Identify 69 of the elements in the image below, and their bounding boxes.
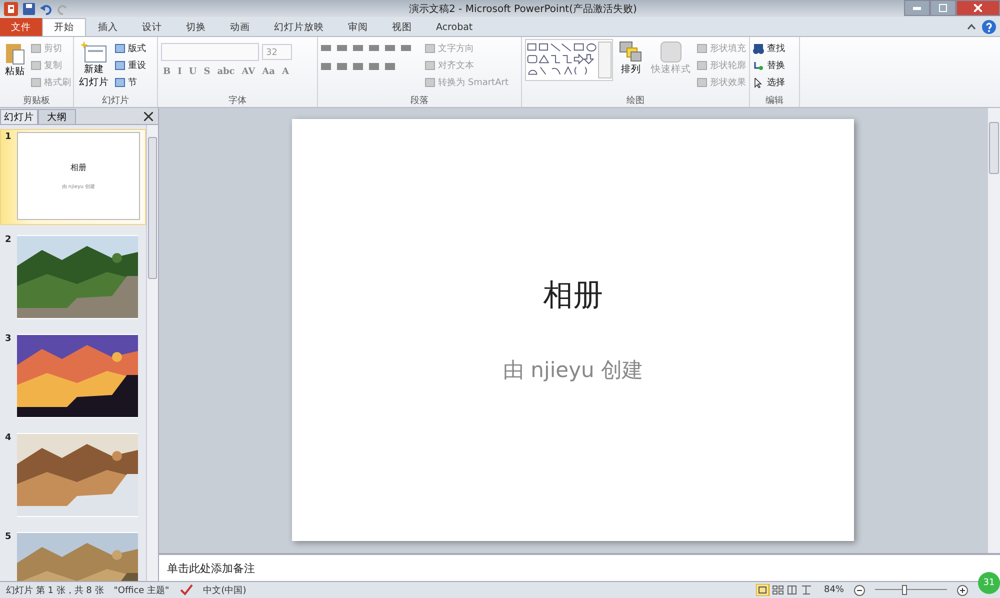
- group-title: 字体: [228, 94, 248, 107]
- slide-subtitle: 由 njieyu 创建: [503, 357, 643, 384]
- close-icon: [974, 4, 982, 12]
- group-title: 段落: [410, 94, 430, 107]
- ribbon-tab[interactable]: Acrobat: [424, 18, 485, 36]
- slide[interactable]: 相册 由 njieyu 创建: [292, 119, 854, 541]
- scrollbar[interactable]: [987, 108, 1000, 553]
- ribbon-tab[interactable]: 插入: [86, 18, 130, 36]
- ribbon-tab[interactable]: 设计: [130, 18, 174, 36]
- help-icon[interactable]: [982, 20, 996, 34]
- slide-number: 4: [5, 433, 12, 445]
- ribbon-tab[interactable]: 视图: [380, 18, 424, 36]
- restore-icon: [939, 4, 947, 12]
- editing-button[interactable]: 替换: [753, 58, 785, 73]
- arrange-icon: [619, 41, 643, 63]
- close-button[interactable]: [956, 0, 1000, 16]
- group-title: 绘图: [626, 94, 646, 107]
- pointer-icon: [753, 78, 764, 88]
- font-name-field[interactable]: [161, 43, 259, 61]
- ribbon-tab[interactable]: 开始: [42, 18, 86, 36]
- scrollbar[interactable]: [146, 125, 158, 581]
- view-buttons-drawing[interactable]: [756, 584, 814, 596]
- ribbon-tab[interactable]: 审阅: [336, 18, 380, 36]
- minimize-icon: [913, 6, 921, 10]
- group-title: 剪贴板: [22, 94, 51, 107]
- zoom-in-icon[interactable]: [957, 584, 968, 596]
- slide-number: 5: [5, 532, 12, 544]
- editing-button[interactable]: 查找: [753, 41, 785, 56]
- pane-tab[interactable]: 幻灯片: [0, 109, 38, 124]
- replace-icon: [753, 60, 764, 70]
- zoom-level: 84%: [824, 585, 844, 595]
- binoculars-icon: [753, 44, 764, 54]
- slides-button[interactable]: 节: [115, 75, 146, 90]
- new-slide-button[interactable]: 新建 幻灯片: [77, 39, 111, 91]
- arrange-button[interactable]: 排列: [617, 39, 645, 78]
- slide-number: 3: [5, 334, 12, 346]
- slide-number: 2: [5, 235, 12, 247]
- close-icon[interactable]: [144, 112, 153, 120]
- save-icon[interactable]: [23, 2, 35, 14]
- slide-number: 1: [5, 132, 12, 144]
- pane-tab[interactable]: 大纲: [38, 109, 76, 124]
- editing-button[interactable]: 选择: [753, 75, 785, 90]
- ribbon-tab[interactable]: 切换: [174, 18, 218, 36]
- collapse-ribbon-icon[interactable]: [967, 24, 976, 30]
- slides-button[interactable]: 版式: [115, 41, 146, 56]
- restore-button[interactable]: [930, 0, 956, 16]
- ribbon-tab[interactable]: 文件: [0, 18, 42, 36]
- theme-name: "Office 主题": [114, 584, 170, 596]
- paste-button[interactable]: 粘贴: [3, 39, 27, 80]
- language: 中文(中国): [203, 584, 246, 596]
- new-slide-icon: [81, 41, 107, 63]
- clipboard-icon: [5, 41, 25, 65]
- shape-gallery-drawing[interactable]: [525, 39, 613, 81]
- spell-check-icon[interactable]: [179, 584, 194, 596]
- slides-button[interactable]: 重设: [115, 58, 146, 73]
- slide-count: 幻灯片 第 1 张，共 8 张: [6, 584, 104, 596]
- undo-icon[interactable]: [40, 2, 52, 14]
- rounded-square-icon: [659, 41, 683, 63]
- thumbnail-title: 相册: [70, 162, 86, 173]
- window-title: 演示文稿2 - Microsoft PowerPoint(产品激活失败): [408, 2, 638, 16]
- zoom-slider-thumb[interactable]: [902, 585, 908, 595]
- slide-title: 相册: [543, 277, 603, 315]
- powerpoint-logo-icon: [4, 2, 18, 16]
- group-title: 编辑: [764, 94, 784, 107]
- group-title: 幻灯片: [101, 94, 130, 107]
- ribbon-tab[interactable]: 幻灯片放映: [262, 18, 336, 36]
- zoom-out-icon[interactable]: [854, 584, 865, 596]
- ribbon-tab[interactable]: 动画: [218, 18, 262, 36]
- minimize-button[interactable]: [904, 0, 930, 16]
